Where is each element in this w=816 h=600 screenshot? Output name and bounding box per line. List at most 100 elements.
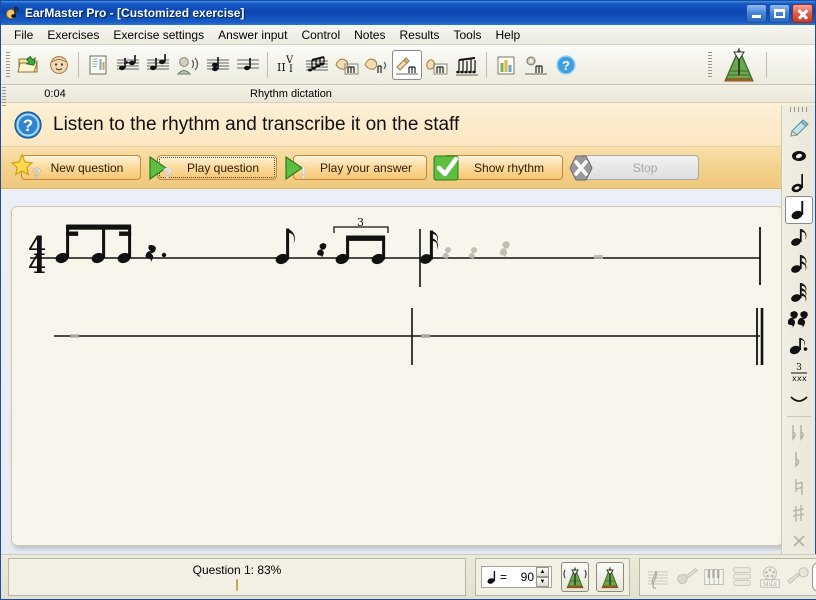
- metronome-toolbar-grip[interactable]: [708, 51, 712, 78]
- melody-dictation-icon[interactable]: [452, 50, 482, 80]
- metronome-countin-button[interactable]: [596, 562, 625, 592]
- tuplet-icon[interactable]: 3 xxx: [785, 360, 813, 387]
- progress-panel: Question 1: 83%: [8, 558, 466, 596]
- score-area[interactable]: 4 4 3: [11, 206, 783, 546]
- svg-text:?: ?: [562, 58, 570, 73]
- maximize-button[interactable]: [769, 3, 790, 23]
- page-title: Listen to the rhythm and transcribe it o…: [53, 113, 460, 135]
- chord-identification-icon[interactable]: [203, 50, 233, 80]
- svg-text:?: ?: [23, 116, 33, 135]
- sharp-icon: [785, 501, 813, 528]
- guitar-input-icon[interactable]: [672, 562, 700, 592]
- palette-grip[interactable]: [789, 107, 808, 112]
- volume-slider[interactable]: [812, 562, 816, 592]
- svg-text:x: x: [802, 374, 807, 383]
- tempo-note-icon: [487, 569, 498, 585]
- fretboard-input-icon[interactable]: [728, 562, 756, 592]
- double-flat-icon: [785, 419, 813, 446]
- tempo-equals: =: [500, 570, 508, 584]
- interval-comparison-icon[interactable]: [113, 50, 143, 80]
- rest-icon[interactable]: [785, 305, 813, 332]
- menu-item-file[interactable]: File: [7, 26, 40, 44]
- instruction-band: ? Listen to the rhythm and transcribe it…: [1, 103, 815, 147]
- interval-singing-icon[interactable]: [173, 50, 203, 80]
- chord-inversions-icon[interactable]: [233, 50, 263, 80]
- svg-text:II: II: [277, 61, 286, 74]
- chord-progressions-icon[interactable]: II V I: [272, 50, 302, 80]
- double-sharp-icon: [785, 528, 813, 555]
- play-question-button[interactable]: ? Play question: [145, 153, 277, 183]
- tempo-control[interactable]: = 90 ▲ ▼: [481, 566, 553, 588]
- menu-item-results[interactable]: Results: [392, 26, 446, 44]
- play-your-answer-button[interactable]: ! Play your answer: [281, 153, 428, 183]
- info-strip: 0:04 Rhythm dictation: [1, 80, 815, 107]
- tempo-up-button[interactable]: ▲: [536, 567, 550, 577]
- menu-item-help[interactable]: Help: [489, 26, 528, 44]
- rhythm-clap-back-icon[interactable]: [332, 50, 362, 80]
- menu-item-tools[interactable]: Tools: [447, 26, 489, 44]
- progress-label: Question 1: 83%: [192, 563, 282, 577]
- tie-icon[interactable]: [785, 387, 813, 414]
- toolbar-separator-3: [486, 51, 487, 78]
- toolbar-separator-2: [267, 51, 268, 78]
- flat-icon: [785, 446, 813, 473]
- new-question-button[interactable]: ? New question: [9, 152, 141, 182]
- notation-svg[interactable]: 4 4 3: [12, 207, 783, 545]
- eighth-note-icon[interactable]: [785, 224, 813, 251]
- play-question-icon: ?: [145, 153, 179, 183]
- check-icon: [431, 153, 465, 183]
- help-icon[interactable]: ?: [551, 50, 581, 80]
- whole-note-icon[interactable]: [785, 142, 813, 169]
- app-icon: [5, 5, 21, 21]
- midi-input-icon[interactable]: MIDI: [756, 562, 784, 592]
- thirtysecond-note-icon[interactable]: [785, 278, 813, 305]
- minimize-button[interactable]: [746, 3, 767, 23]
- metronome-sound-button[interactable]: [561, 562, 590, 592]
- tempo-value[interactable]: 90: [510, 570, 536, 584]
- progress-bar: [236, 579, 238, 591]
- window-title: EarMaster Pro - [Customized exercise]: [25, 6, 245, 20]
- scale-identification-icon[interactable]: [302, 50, 332, 80]
- input-method-panel: MIDI: [639, 558, 816, 596]
- menu-item-exercise-settings[interactable]: Exercise settings: [106, 26, 211, 44]
- professor-icon[interactable]: [44, 50, 74, 80]
- stop-x-icon: [567, 153, 601, 183]
- settings-icon[interactable]: [521, 50, 551, 80]
- tempo-stepper[interactable]: ▲ ▼: [536, 567, 550, 587]
- microphone-input-icon[interactable]: [784, 562, 812, 592]
- rhythm-dictation-icon[interactable]: [392, 49, 422, 80]
- tempo-down-button[interactable]: ▼: [536, 577, 550, 587]
- menu-item-exercises[interactable]: Exercises: [40, 26, 106, 44]
- open-exercise-icon[interactable]: [14, 50, 44, 80]
- stop-button[interactable]: Stop: [567, 153, 700, 183]
- statistics-icon[interactable]: [491, 50, 521, 80]
- close-button[interactable]: [792, 3, 813, 23]
- interval-identification-icon[interactable]: [143, 50, 173, 80]
- menu-item-notes[interactable]: Notes: [347, 26, 392, 44]
- menu-item-answer-input[interactable]: Answer input: [211, 26, 294, 44]
- score-paper[interactable]: 4 4 3: [11, 206, 783, 546]
- elapsed-time: 0:04: [44, 87, 66, 100]
- exercise-setup-icon[interactable]: [83, 50, 113, 80]
- svg-text:?: ?: [163, 165, 172, 182]
- svg-text:I: I: [289, 64, 293, 75]
- exercise-mode-label: Rhythm dictation: [250, 87, 332, 100]
- play-answer-icon: !: [281, 153, 315, 183]
- metronome-icon[interactable]: [716, 46, 762, 83]
- toolbar-grip[interactable]: [6, 51, 10, 78]
- main-toolbar: II V I ?: [1, 45, 815, 85]
- sixteenth-note-icon[interactable]: [785, 251, 813, 278]
- half-note-icon[interactable]: [785, 169, 813, 196]
- rhythmic-imitation-icon[interactable]: [362, 50, 392, 80]
- rhythm-error-detection-icon[interactable]: [422, 50, 452, 80]
- menu-bar: File Exercises Exercise settings Answer …: [1, 25, 815, 45]
- show-rhythm-button[interactable]: Show rhythm: [431, 153, 564, 183]
- piano-input-icon[interactable]: [700, 562, 728, 592]
- svg-text:3: 3: [796, 363, 802, 373]
- dotted-note-icon[interactable]: [785, 332, 813, 359]
- eraser-icon[interactable]: [785, 115, 813, 142]
- staff-input-icon[interactable]: [644, 562, 672, 592]
- quarter-note-icon[interactable]: [784, 196, 813, 224]
- earmaster-window: EarMaster Pro - [Customized exercise] Fi…: [0, 0, 816, 600]
- menu-item-control[interactable]: Control: [294, 26, 347, 44]
